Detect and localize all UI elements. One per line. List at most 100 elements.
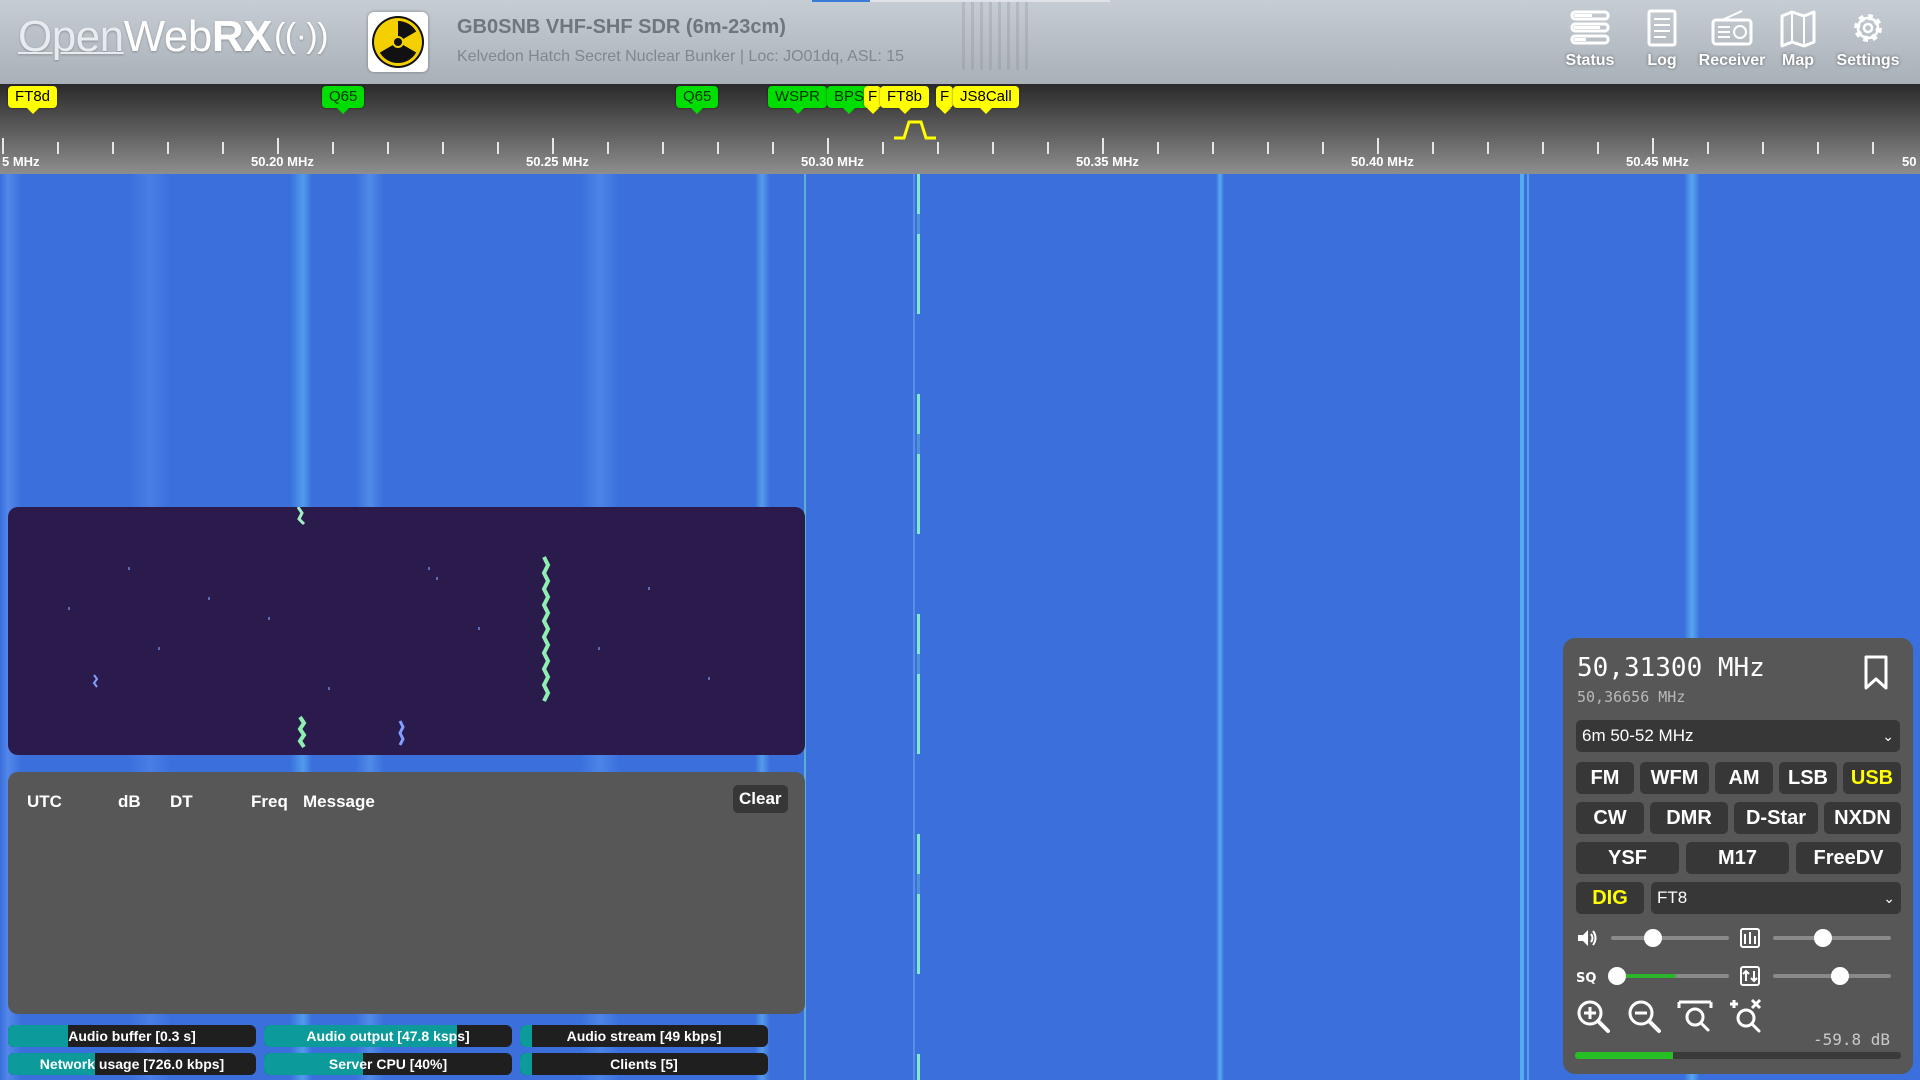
noise-reduction-icon[interactable] [1738,926,1762,950]
digital-mode-select[interactable]: FT8 ⌄ [1651,882,1901,914]
scale-tick [552,138,554,154]
scale-tick [332,142,334,154]
nav-status-button[interactable]: Status [1556,8,1624,78]
zoom-in-icon[interactable] [1573,996,1613,1036]
mode-wfm-button[interactable]: WFM [1640,762,1709,794]
mode-usb-button[interactable]: USB [1843,762,1901,794]
mode-m17-button[interactable]: M17 [1686,842,1789,874]
scale-tick [772,142,774,154]
server-cpu-bar: Server CPU [40%] [264,1053,512,1075]
nav-log-button[interactable]: Log [1628,8,1696,78]
noise-dot [328,687,330,690]
mode-dstar-button[interactable]: D-Star [1734,802,1818,834]
scale-tick [1322,142,1324,154]
bookmark-icon[interactable] [1861,654,1891,692]
scale-tick [1102,138,1104,154]
scale-tick [167,142,169,154]
bookmark-ft8d[interactable]: FT8d [8,86,58,114]
gain-slider-knob[interactable] [1831,967,1850,985]
bookmark-f[interactable]: F [936,86,954,114]
mode-ysf-button[interactable]: YSF [1576,842,1679,874]
gain-slider[interactable] [1773,967,1891,985]
audio-output-label: Audio output [47.8 ksps] [306,1028,470,1044]
tower-photo [962,0,1032,70]
audio-output-bar: Audio output [47.8 ksps] [264,1025,512,1047]
zoom-out-icon[interactable] [1624,996,1664,1036]
zoom-to-band-icon[interactable] [1675,996,1715,1036]
bookmark-q65[interactable]: Q65 [676,86,719,114]
network-usage-label: Network usage [726.0 kbps] [39,1056,225,1072]
noise-dot [598,647,600,650]
scale-tick [1652,138,1654,154]
clear-button[interactable]: Clear [733,785,788,813]
passband-filter-marker[interactable] [892,118,938,140]
nav-status-label: Status [1565,52,1615,69]
scale-tick [2,138,4,154]
bookmark-js8call[interactable]: JS8Call [953,86,1019,114]
top-bar: OpenWebRX((·)) GB0SNB VHF-SHF SDR (6m-23… [0,0,1920,84]
mode-fm-button[interactable]: FM [1576,762,1634,794]
smeter-bar [1575,1052,1901,1059]
openwebrx-logo[interactable]: OpenWebRX((·)) [18,12,329,62]
column-db: dB [118,792,141,811]
receiver-panel: 50,31300 MHz 50,36656 MHz 6m 50-52 MHz ⌄… [1563,638,1913,1074]
column-utc: UTC [27,792,62,811]
zoom-reset-icon[interactable] [1726,996,1766,1036]
scale-tick [1047,142,1049,154]
waterfall-signal-line [1216,174,1224,1080]
scale-tick [1377,138,1379,154]
bookmark-ft8b[interactable]: FT8b [880,86,930,114]
mode-lsb-button[interactable]: LSB [1779,762,1837,794]
audio-buffer-bar: Audio buffer [0.3 s] [8,1025,256,1047]
mode-dmr-button[interactable]: DMR [1650,802,1728,834]
scale-tick [1212,142,1214,154]
audio-stream-fill [520,1025,533,1047]
receiver-avatar[interactable] [368,12,428,72]
nav-settings-button[interactable]: Settings [1834,8,1902,78]
nav-map-button[interactable]: Map [1764,8,1832,78]
volume-icon[interactable] [1575,926,1599,950]
frequency-scale[interactable]: FT8d Q65 Q65 WSPR BPS F FT8b F JS8Call 5… [0,84,1920,174]
noise-dot [208,597,210,600]
squelch-slider[interactable] [1607,967,1729,985]
squelch-slider-knob[interactable] [1607,967,1626,985]
nav-receiver-button[interactable]: Receiver [1698,8,1766,78]
scale-tick [1542,142,1544,154]
logo-text-open: Open [18,12,124,61]
gain-icon[interactable] [1738,964,1762,988]
mode-freedv-button[interactable]: FreeDV [1796,842,1901,874]
top-accent-line-light [870,0,1110,2]
gear-icon [1854,14,1882,42]
volume-slider[interactable] [1611,929,1729,947]
mode-cw-button[interactable]: CW [1576,802,1644,834]
bookmark-q65[interactable]: Q65 [322,86,365,114]
scale-tick [937,142,939,154]
nr-slider-knob[interactable] [1813,929,1832,947]
nav-map-label: Map [1782,52,1814,69]
scale-tick [112,142,114,154]
scale-tick [387,142,389,154]
noise-dot [128,567,130,570]
frequency-display[interactable]: 50,31300 MHz [1577,653,1765,683]
squelch-icon[interactable]: SQ [1575,964,1599,988]
volume-slider-knob[interactable] [1644,929,1663,947]
digimode-signals [92,507,551,749]
bookmark-wspr[interactable]: WSPR [768,86,827,114]
band-select[interactable]: 6m 50-52 MHz ⌄ [1576,720,1900,752]
nr-slider[interactable] [1773,929,1891,947]
scale-tick [662,142,664,154]
noise-dot [158,647,160,650]
clients-fill [520,1053,533,1075]
mode-am-button[interactable]: AM [1715,762,1773,794]
waterfall-signal-line [1520,174,1524,1080]
chevron-down-icon: ⌄ [1882,728,1894,744]
top-accent-line [812,0,870,2]
mode-nxdn-button[interactable]: NXDN [1824,802,1901,834]
noise-dot [648,587,650,590]
scale-tick [717,142,719,154]
server-cpu-label: Server CPU [40%] [328,1056,448,1072]
log-icon [1647,9,1677,47]
noise-dot [708,677,710,680]
mode-dig-button[interactable]: DIG [1576,882,1644,914]
bookmark-f[interactable]: F [864,86,882,114]
